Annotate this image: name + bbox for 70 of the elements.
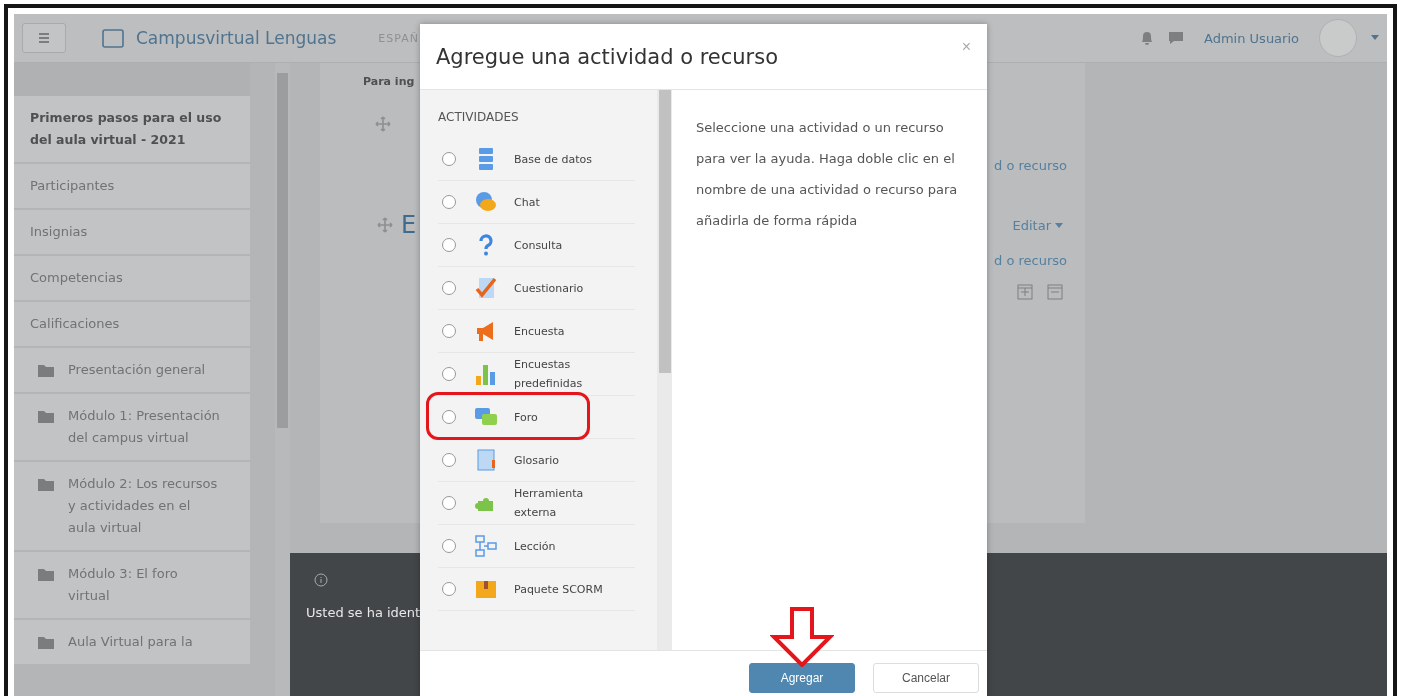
collapse-icon[interactable] — [1047, 284, 1063, 300]
scrollbar[interactable] — [275, 63, 290, 696]
book-icon — [474, 448, 498, 472]
sidebar-item[interactable]: Competencias — [14, 256, 250, 302]
avatar[interactable] — [1319, 19, 1357, 57]
caret-icon[interactable] — [1371, 35, 1379, 41]
sidebar-item[interactable]: Aula Virtual para la — [14, 620, 250, 666]
list-scrollbar[interactable] — [657, 90, 672, 650]
radio-button[interactable] — [442, 238, 456, 252]
list-heading: ACTIVIDADES — [438, 110, 520, 124]
info-icon — [314, 573, 328, 587]
menu-icon — [38, 33, 50, 43]
sidebar-item[interactable]: Presentación general — [14, 348, 250, 394]
folder-icon — [38, 568, 54, 581]
radio-button[interactable] — [442, 539, 456, 553]
activity-label[interactable]: Chat — [514, 192, 604, 212]
radio-button[interactable] — [442, 281, 456, 295]
chat-icon — [474, 190, 498, 214]
bar-chart-icon — [474, 362, 498, 386]
add-activity-link[interactable]: d o recurso — [994, 253, 1067, 268]
activity-label[interactable]: Paquete SCORM — [514, 579, 604, 599]
activity-label[interactable]: Encuestas predefinidas — [514, 355, 604, 393]
chat-icon[interactable] — [1168, 31, 1185, 45]
flowchart-icon — [474, 534, 498, 558]
add-activity-link[interactable]: d o recurso — [994, 158, 1067, 173]
radio-button[interactable] — [442, 453, 456, 467]
move-icon[interactable] — [377, 217, 393, 233]
bell-icon[interactable] — [1140, 30, 1155, 46]
close-button[interactable]: × — [961, 38, 971, 56]
edit-menu[interactable]: Editar — [1012, 217, 1051, 233]
book-icon — [102, 28, 124, 48]
section-title: E — [401, 211, 417, 239]
sidebar-item[interactable]: Primeros pasos para el uso del aula virtual - 2021 — [14, 96, 250, 164]
radio-button[interactable] — [442, 582, 456, 596]
radio-button[interactable] — [442, 367, 456, 381]
radio-button[interactable] — [442, 496, 456, 510]
sidebar-item[interactable]: Módulo 3: El foro virtual — [14, 552, 250, 620]
radio-button[interactable] — [442, 152, 456, 166]
sidebar-item[interactable]: Participantes — [14, 164, 250, 210]
sidebar-item[interactable]: Calificaciones — [14, 302, 250, 348]
add-button[interactable]: Agregar — [749, 662, 855, 693]
user-name[interactable]: Admin Usuario — [1204, 30, 1299, 46]
sidebar-item[interactable]: Módulo 2: Los recursos y actividades en el aula virtual — [14, 462, 250, 552]
folder-icon — [38, 410, 54, 423]
activity-label[interactable]: Consulta — [514, 235, 604, 255]
sidebar-item[interactable]: Insignias — [14, 210, 250, 256]
caret-icon[interactable] — [1055, 222, 1063, 228]
activity-label[interactable]: Glosario — [514, 450, 604, 470]
activity-label[interactable]: Herramienta externa — [514, 484, 604, 522]
folder-icon — [38, 364, 54, 377]
radio-button[interactable] — [442, 195, 456, 209]
login-info-text: Usted se ha ident — [306, 605, 422, 620]
help-text: Seleccione una actividad o un recurso para ver la ayuda. Haga doble clic en el nombre de una actividad o recurso para añadirla de forma rápida — [695, 119, 959, 230]
checklist-icon — [474, 276, 498, 300]
radio-button[interactable] — [442, 324, 456, 338]
dialog-title: Agregue una actividad o recurso — [436, 44, 779, 69]
activity-label[interactable]: Lección — [514, 536, 604, 556]
cancel-button[interactable]: Cancelar — [873, 662, 979, 693]
move-icon[interactable] — [375, 116, 391, 132]
folder-icon — [38, 636, 54, 649]
activity-label[interactable]: Encuesta — [514, 321, 604, 341]
activity-label[interactable]: Base de datos — [514, 149, 604, 169]
sidebar-item[interactable]: Módulo 1: Presentación del campus virtual — [14, 394, 250, 462]
expand-icon[interactable] — [1017, 284, 1033, 300]
activity-label[interactable]: Foro — [514, 407, 604, 427]
section-heading: Para ing — [363, 75, 416, 88]
menu-button[interactable] — [22, 23, 66, 53]
radio-button[interactable] — [442, 410, 456, 424]
activity-label[interactable]: Cuestionario — [514, 278, 604, 298]
folder-icon — [38, 478, 54, 491]
